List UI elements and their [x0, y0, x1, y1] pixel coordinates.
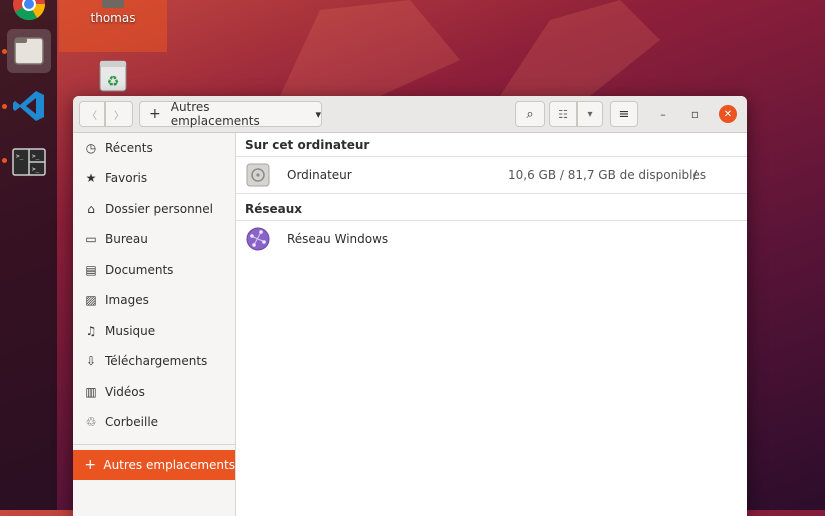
location-row-windows-network[interactable]: Réseau Windows [236, 221, 747, 255]
sidebar-item-favorites[interactable]: ★ Favoris [73, 163, 235, 193]
dock-files[interactable] [7, 29, 51, 73]
sidebar-item-label: Musique [105, 324, 156, 338]
sidebar-item-label: Documents [105, 263, 174, 277]
sidebar-item-label: Téléchargements [105, 354, 208, 368]
close-icon: ✕ [723, 108, 733, 120]
svg-text:♻: ♻ [107, 74, 120, 90]
dock: >_ >_ >_ [0, 0, 57, 510]
sidebar-item-downloads[interactable]: ⇩ Téléchargements [73, 346, 235, 376]
minimize-button[interactable]: – [654, 105, 672, 123]
sidebar-item-videos[interactable]: ▥ Vidéos [73, 377, 235, 407]
sidebar-item-other-locations[interactable]: + Autres emplacements [73, 450, 235, 480]
sidebar-item-desktop[interactable]: ▭ Bureau [73, 224, 235, 254]
row-divider [236, 193, 747, 194]
harddisk-icon [246, 163, 270, 187]
sidebar-separator [73, 444, 235, 445]
sidebar-item-label: Corbeille [105, 415, 159, 429]
vscode-icon [13, 91, 44, 121]
chrome-icon [13, 0, 46, 21]
mount-path: / [693, 168, 698, 182]
maximize-icon: ▫ [690, 107, 700, 121]
home-icon: ⌂ [87, 202, 95, 216]
list-view-icon: ☷ [558, 107, 568, 121]
sidebar-item-documents[interactable]: ▤ Documents [73, 255, 235, 285]
sidebar-item-label: Vidéos [105, 385, 145, 399]
sidebar-item-images[interactable]: ▨ Images [73, 285, 235, 315]
dropdown-arrow-icon: ▾ [315, 107, 321, 121]
back-button[interactable]: 〈 [79, 101, 105, 127]
wallpaper-shape [280, 0, 660, 96]
sidebar-item-recents[interactable]: ◷ Récents [73, 133, 235, 163]
plus-icon: + [149, 106, 161, 122]
section-header-computer: Sur cet ordinateur [245, 138, 370, 152]
maximize-button[interactable]: ▫ [686, 105, 704, 123]
video-icon: ▥ [85, 385, 97, 399]
view-list-button[interactable]: ☷ [549, 101, 577, 127]
forward-button[interactable]: 〉 [105, 101, 133, 127]
chevron-left-icon: 〈 [87, 110, 97, 122]
plus-icon: + [84, 457, 97, 473]
document-icon: ▤ [85, 263, 97, 277]
dock-terminal[interactable]: >_ >_ >_ [7, 140, 51, 184]
sidebar-item-label: Récents [105, 141, 153, 155]
image-icon: ▨ [85, 293, 97, 307]
sidebar-item-label: Autres emplacements [103, 458, 235, 472]
svg-text:>_: >_ [32, 153, 40, 160]
location-label: Autres emplacements [170, 100, 260, 128]
star-icon: ★ [85, 171, 97, 185]
desktop-home-label: thomas [90, 11, 136, 25]
disk-usage-text: 10,6 GB / 81,7 GB de disponibles [508, 168, 707, 182]
network-icon [246, 227, 270, 251]
download-icon: ⇩ [85, 354, 97, 368]
location-name: Réseau Windows [287, 232, 389, 246]
sidebar-item-music[interactable]: ♫ Musique [73, 316, 235, 346]
desktop-icon: ▭ [85, 232, 97, 246]
files-icon [14, 37, 44, 65]
trash-icon: ♲ [85, 415, 97, 429]
trash-icon: ♻ [99, 60, 127, 92]
menu-button[interactable]: ≡ [610, 101, 638, 127]
desktop-trash[interactable]: ♻ [98, 60, 128, 92]
sidebar-item-trash[interactable]: ♲ Corbeille [73, 407, 235, 437]
clock-icon: ◷ [85, 141, 97, 155]
sidebar-item-label: Favoris [105, 171, 148, 185]
main-content: Sur cet ordinateur Ordinateur 10,6 GB / … [236, 133, 747, 516]
dock-vscode[interactable] [7, 84, 51, 128]
search-icon: ⌕ [526, 106, 534, 122]
view-options-button[interactable]: ▾ [577, 101, 603, 127]
sidebar: ◷ Récents ★ Favoris ⌂ Dossier personnel … [73, 133, 236, 516]
dock-chrome[interactable] [7, 0, 51, 26]
dropdown-arrow-icon: ▾ [587, 108, 593, 120]
sidebar-item-label: Bureau [105, 232, 148, 246]
sidebar-item-label: Dossier personnel [105, 202, 214, 216]
location-row-computer[interactable]: Ordinateur 10,6 GB / 81,7 GB de disponib… [236, 157, 747, 191]
minimize-icon: – [660, 107, 666, 121]
sidebar-item-home[interactable]: ⌂ Dossier personnel [73, 194, 235, 224]
music-icon: ♫ [85, 324, 97, 338]
sidebar-item-label: Images [105, 293, 149, 307]
location-name: Ordinateur [287, 168, 352, 182]
files-window: 〈 〉 + Autres emplacements ▾ ⌕ ☷ ▾ ≡ – ▫ … [73, 96, 747, 516]
svg-text:>_: >_ [32, 166, 40, 173]
section-header-networks: Réseaux [245, 202, 303, 216]
header-bar: 〈 〉 + Autres emplacements ▾ ⌕ ☷ ▾ ≡ – ▫ … [73, 96, 747, 133]
folder-icon [102, 0, 124, 8]
chevron-right-icon: 〉 [114, 110, 124, 122]
svg-text:>_: >_ [16, 153, 24, 160]
search-button[interactable]: ⌕ [515, 101, 545, 127]
desktop-home-folder[interactable]: thomas [59, 0, 167, 52]
close-button[interactable]: ✕ [719, 105, 737, 123]
terminal-icon: >_ >_ >_ [12, 148, 46, 176]
hamburger-icon: ≡ [618, 106, 630, 122]
location-button[interactable]: + Autres emplacements ▾ [139, 100, 322, 128]
